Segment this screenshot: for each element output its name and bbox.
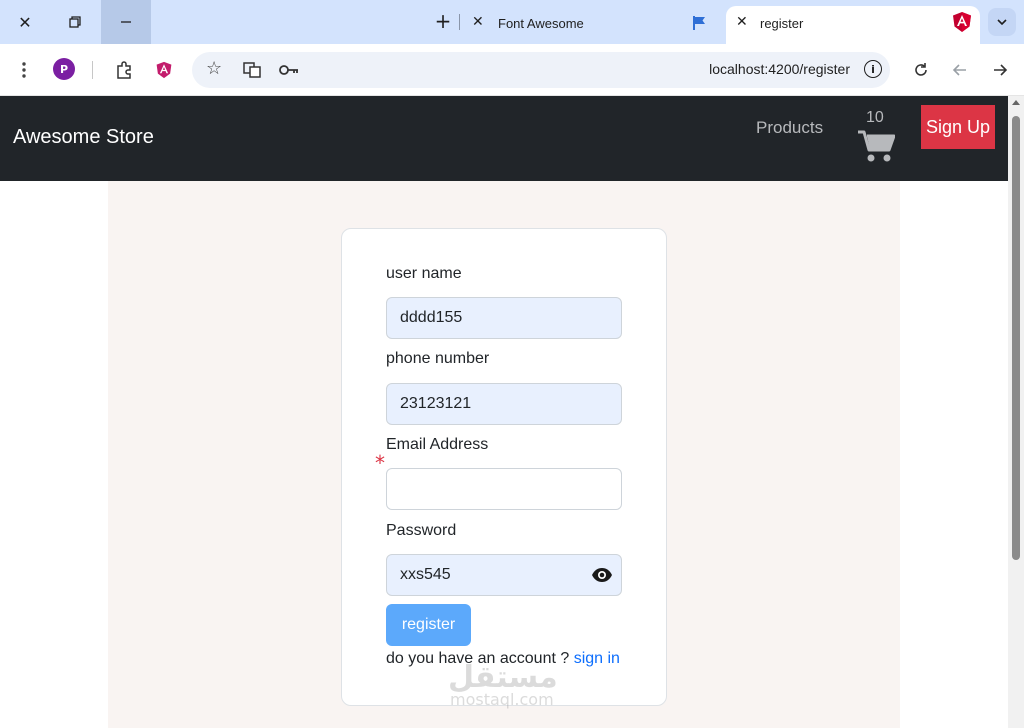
extensions-icon[interactable] (112, 58, 136, 82)
reload-icon[interactable] (909, 58, 933, 82)
email-input[interactable] (386, 468, 622, 510)
watermark-latin: mostaql.com (450, 690, 554, 709)
back-arrow-icon[interactable] (948, 58, 972, 82)
eye-icon[interactable] (591, 567, 613, 588)
register-card: user name dddd155 phone number 23123121 … (341, 228, 667, 706)
username-label: user name (386, 265, 462, 282)
scroll-up-arrow-icon[interactable] (1012, 100, 1020, 105)
new-tab-icon[interactable]: + (432, 10, 454, 32)
site-info-icon[interactable]: i (864, 60, 882, 78)
signin-link[interactable]: sign in (574, 650, 620, 667)
translate-icon[interactable] (242, 60, 262, 84)
password-value: xxs545 (400, 566, 451, 583)
password-input[interactable]: xxs545 (386, 554, 622, 596)
window-minimize-icon[interactable] (101, 0, 151, 44)
tab-title: register (760, 16, 804, 31)
brand-logo[interactable]: Awesome Store (13, 126, 154, 149)
email-label: Email Address (386, 436, 489, 453)
angular-devtools-icon[interactable] (152, 58, 176, 82)
toolbar-divider (92, 61, 93, 79)
tab-register[interactable]: ✕ register (726, 6, 980, 44)
browser-toolbar: P ☆ localhost:4200/register i (0, 44, 1024, 96)
tab-search-icon[interactable] (988, 8, 1016, 36)
bookmark-star-icon[interactable]: ☆ (206, 58, 222, 79)
url-text: localhost:4200/register (709, 61, 850, 77)
required-marker: * (375, 451, 385, 475)
username-input[interactable]: dddd155 (386, 297, 622, 339)
cart-count-badge: 10 (866, 109, 884, 126)
tab-font-awesome[interactable]: ✕ Font Awesome (462, 4, 724, 44)
forward-arrow-icon[interactable] (988, 58, 1012, 82)
password-key-icon[interactable] (278, 60, 300, 84)
signup-button[interactable]: Sign Up (921, 105, 995, 149)
tab-separator (459, 14, 460, 30)
window-restore-icon[interactable] (50, 0, 100, 44)
address-bar[interactable]: ☆ localhost:4200/register i (192, 52, 890, 88)
angular-icon (952, 11, 972, 37)
password-label: Password (386, 522, 457, 539)
profile-avatar[interactable]: P (53, 58, 75, 80)
page-scrollbar[interactable] (1008, 96, 1024, 728)
register-button[interactable]: register (386, 604, 471, 646)
phone-label: phone number (386, 350, 490, 367)
tab-close-icon[interactable]: ✕ (736, 14, 748, 30)
tab-title: Font Awesome (498, 16, 584, 31)
tab-close-icon[interactable]: ✕ (472, 14, 484, 30)
menu-dots-icon[interactable] (12, 58, 36, 82)
site-navbar: Awesome Store Products 10 Sign Up (0, 96, 1008, 181)
page-viewport: Awesome Store Products 10 Sign Up user n… (0, 96, 1008, 728)
shopping-cart-icon[interactable] (857, 129, 896, 167)
nav-products-link[interactable]: Products (756, 118, 823, 138)
mostaql-watermark: مستقل mostaql.com (448, 660, 578, 720)
scroll-thumb[interactable] (1012, 116, 1020, 560)
flag-icon (692, 15, 708, 35)
window-close-icon[interactable]: ✕ (0, 0, 50, 44)
browser-tabstrip: ✕ + ✕ Font Awesome ✕ register (0, 0, 1024, 44)
phone-input[interactable]: 23123121 (386, 383, 622, 425)
